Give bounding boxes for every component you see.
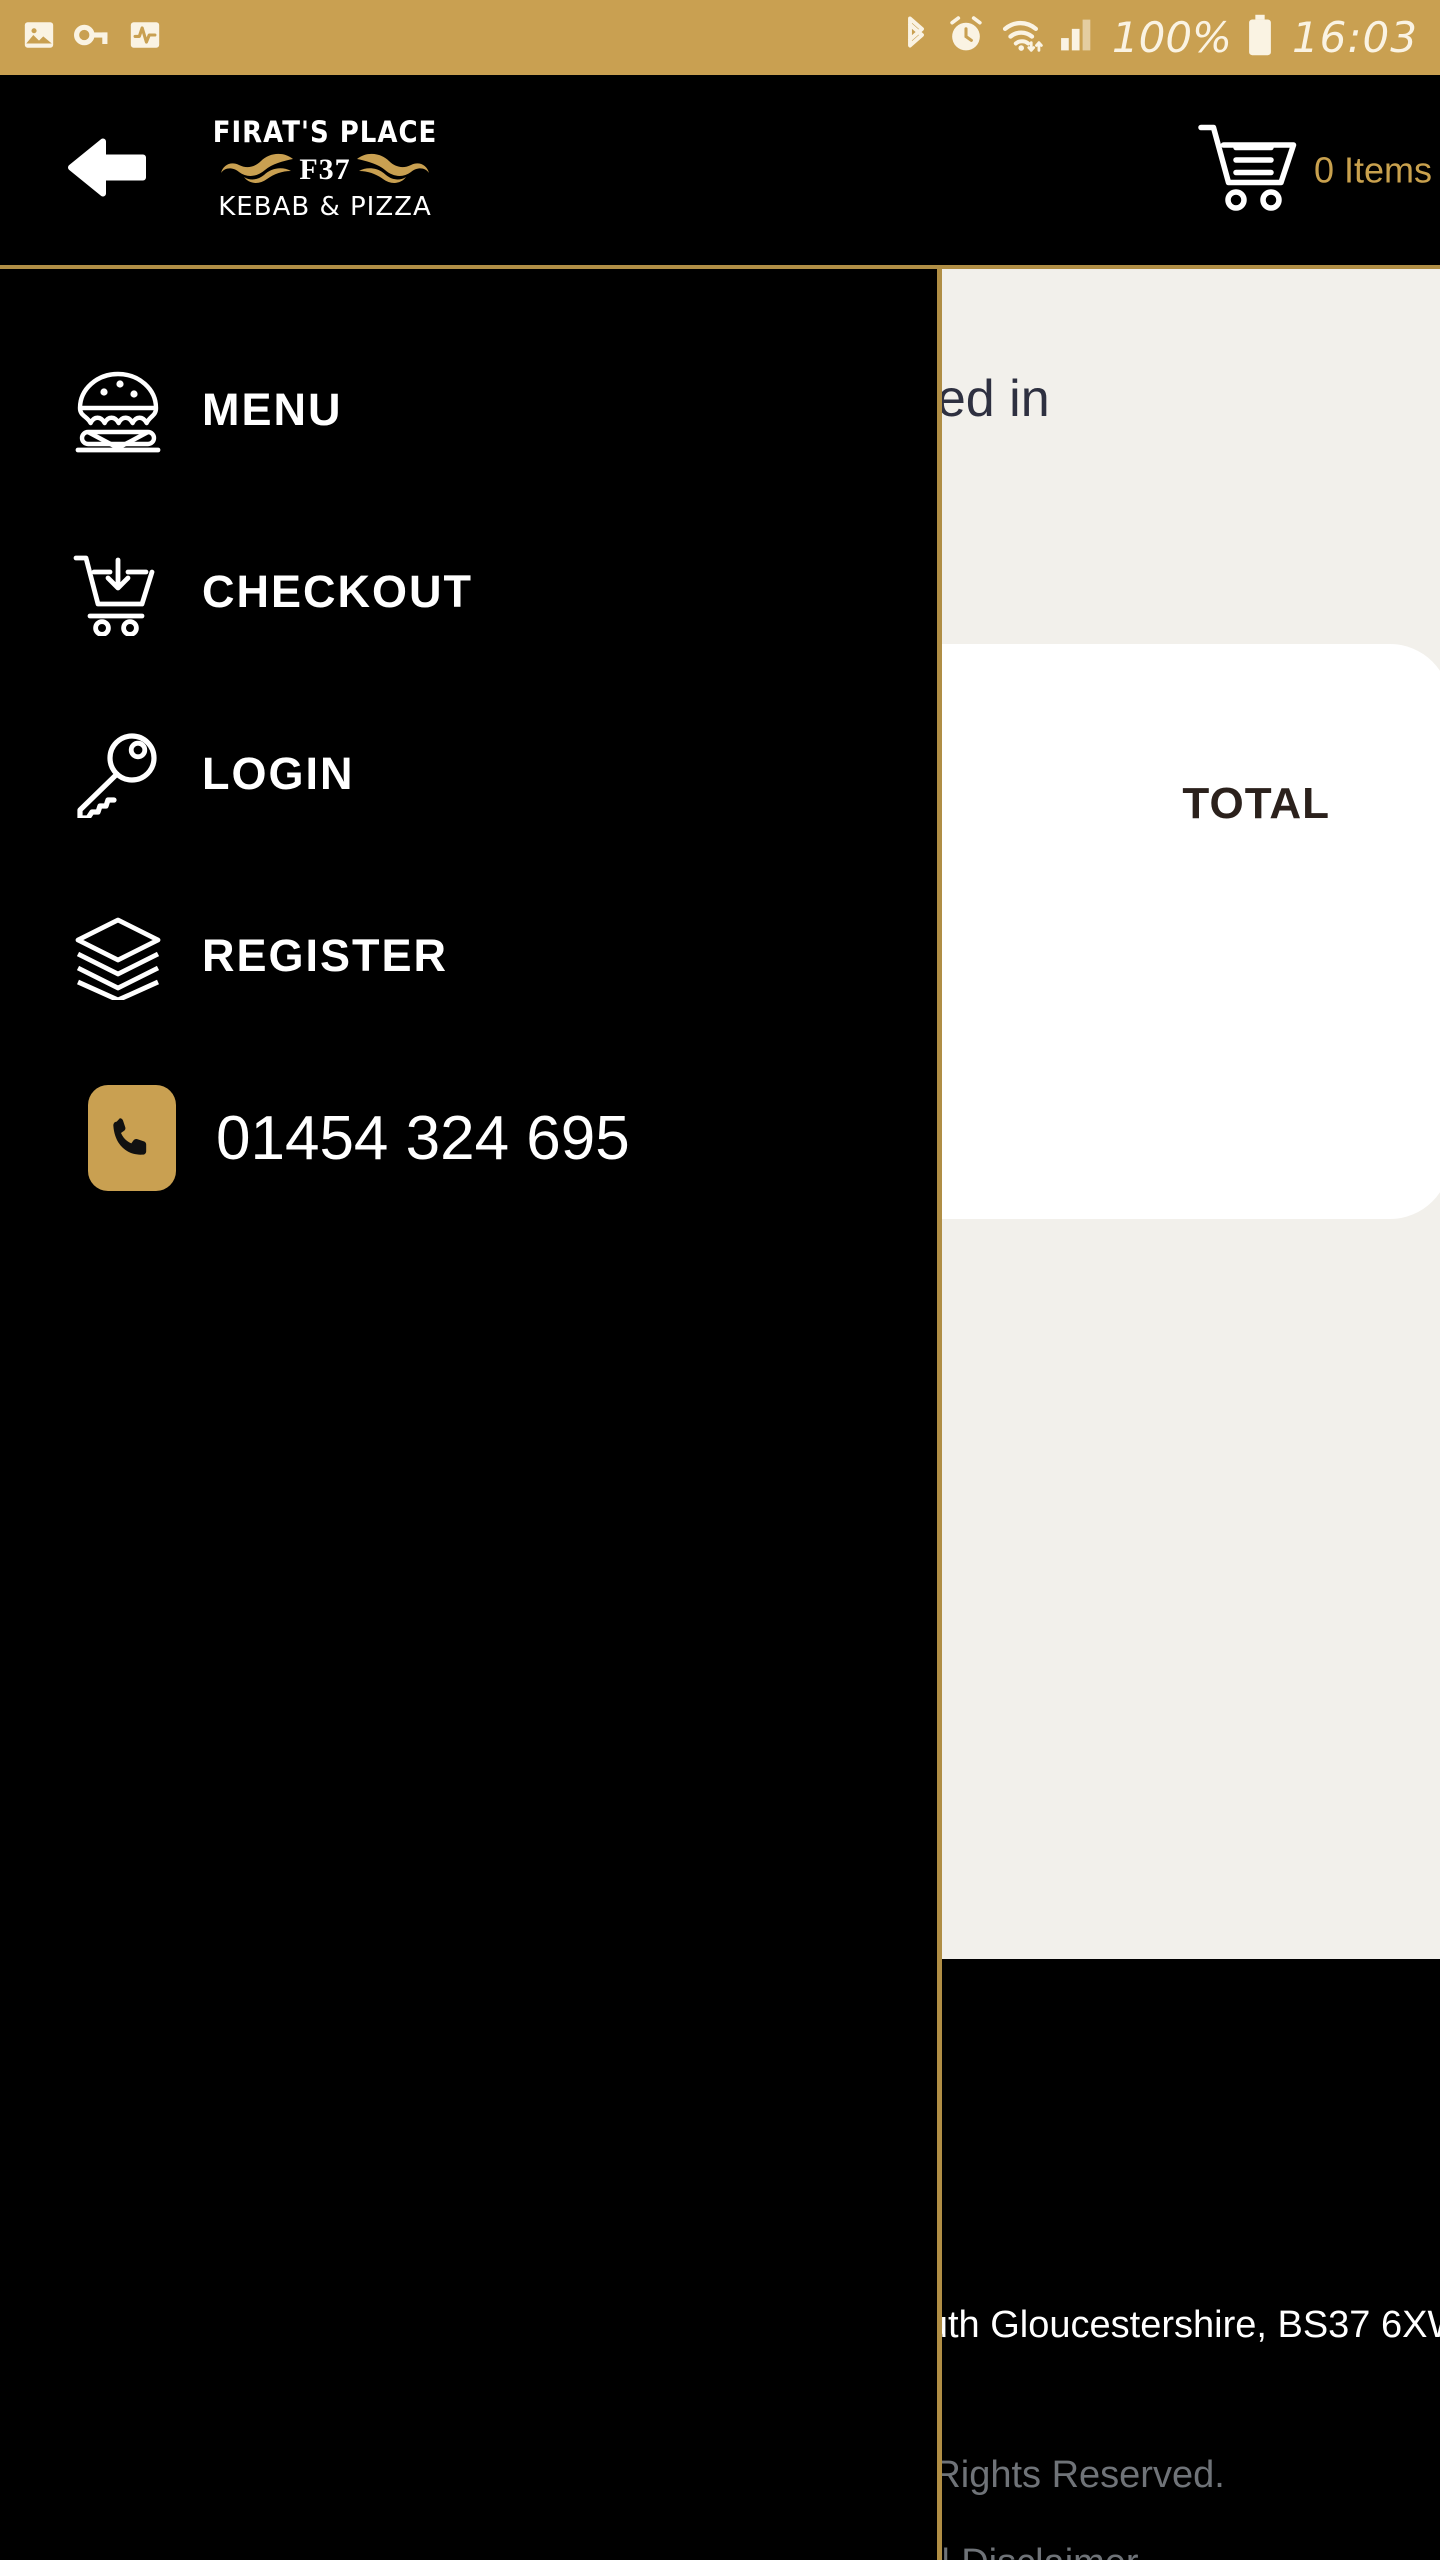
navigation-drawer: MENU CHECKOUT LOGIN REGISTER 01454 324 6… xyxy=(0,269,942,2560)
logo-middle-row: F37 xyxy=(215,149,434,191)
back-arrow-icon[interactable] xyxy=(55,132,155,209)
cart-item-count: 0 Items xyxy=(1313,149,1432,190)
pulse-icon xyxy=(128,18,162,57)
bluetooth-icon xyxy=(900,14,932,61)
image-icon xyxy=(22,18,56,57)
mustache-left-icon xyxy=(221,153,294,183)
sidebar-item-checkout[interactable]: CHECKOUT xyxy=(0,501,937,683)
logo-f37-text: F37 xyxy=(299,153,351,186)
wifi-icon xyxy=(1000,15,1044,60)
key-icon xyxy=(74,18,110,57)
logo-top-text: FIRAT'S PLACE xyxy=(212,116,438,150)
sidebar-item-login[interactable]: LOGIN xyxy=(0,683,937,865)
status-clock: 16:03 xyxy=(1291,13,1418,62)
alarm-icon xyxy=(946,15,986,60)
cart-download-icon xyxy=(72,546,164,638)
cart-button[interactable]: 0 Items xyxy=(1196,118,1432,223)
phone-screen: 100% 16:03 FIRAT'S PLACE F37 KEBAB & PIZ… xyxy=(0,0,1440,2560)
sidebar-item-label: LOGIN xyxy=(202,748,355,799)
phone-icon xyxy=(88,1085,176,1191)
signal-icon xyxy=(1058,16,1098,59)
sidebar-item-label: CHECKOUT xyxy=(202,566,473,617)
logo-bottom-text: KEBAB & PIZZA xyxy=(218,192,432,222)
sidebar-item-label: REGISTER xyxy=(202,930,449,981)
battery-percent-label: 100% xyxy=(1111,13,1232,62)
phone-number-label: 01454 324 695 xyxy=(216,1103,630,1173)
drawer-menu-list: MENU CHECKOUT LOGIN REGISTER 01454 324 6… xyxy=(0,319,937,1191)
sidebar-item-register[interactable]: REGISTER xyxy=(0,865,937,1047)
burger-icon xyxy=(72,364,164,456)
status-bar-left-icons xyxy=(22,18,162,57)
brand-logo[interactable]: FIRAT'S PLACE F37 KEBAB & PIZZA xyxy=(190,90,460,250)
app-header: FIRAT'S PLACE F37 KEBAB & PIZZA 0 Items xyxy=(0,75,1440,265)
key-icon xyxy=(72,728,164,820)
sidebar-item-menu[interactable]: MENU xyxy=(0,319,937,501)
call-restaurant-button[interactable]: 01454 324 695 xyxy=(0,1085,937,1191)
status-bar-right-icons: 100% 16:03 xyxy=(900,13,1418,62)
mustache-right-icon xyxy=(356,153,429,183)
cart-total-label: TOTAL xyxy=(1182,779,1330,828)
layers-icon xyxy=(72,910,164,1002)
shopping-cart-icon xyxy=(1196,118,1306,223)
status-bar: 100% 16:03 xyxy=(0,0,1440,75)
sidebar-item-label: MENU xyxy=(202,384,343,435)
battery-icon xyxy=(1246,13,1274,62)
